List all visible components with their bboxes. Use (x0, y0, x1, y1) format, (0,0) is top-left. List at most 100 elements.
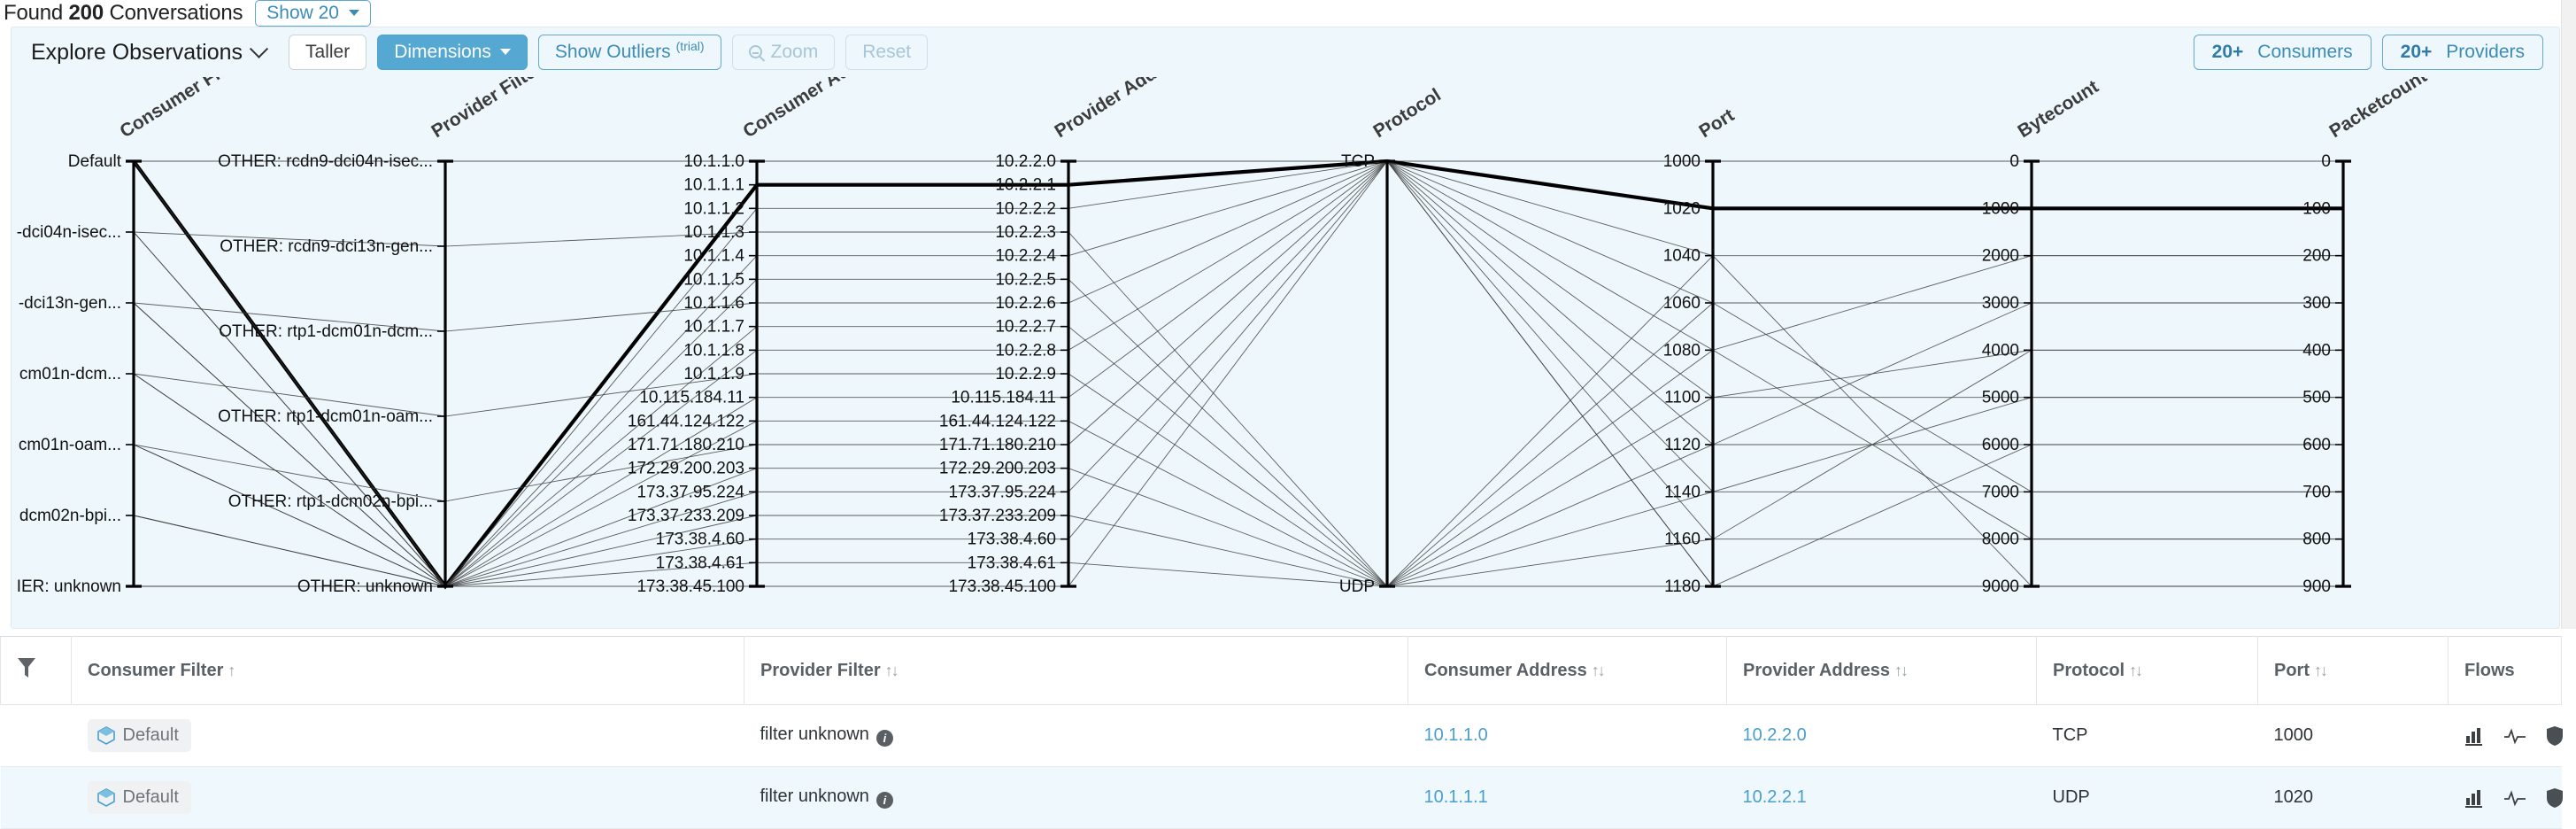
pc-record-line[interactable] (134, 160, 2343, 587)
show-outliers-button[interactable]: Show Outliers (trial) (537, 35, 721, 70)
magnifier-plus-icon (748, 45, 762, 58)
show-count-dropdown[interactable]: Show 20 (255, 0, 371, 27)
consumer-filter-pill[interactable]: Default (87, 719, 191, 752)
dimensions-label: Dimensions (394, 42, 491, 62)
cell-protocol: TCP (2036, 704, 2258, 767)
axis-tick-label: 200 (2302, 247, 2331, 266)
axis-tick-label: cm01n-dcm... (19, 365, 121, 384)
cell-provider-address: 10.2.2.1 (1726, 766, 2037, 829)
column-header-port[interactable]: Port ↑↓ (2257, 636, 2449, 705)
axis-tick-label: 173.38.4.60 (968, 531, 1056, 549)
axis-tick-label: Default (68, 152, 122, 171)
pc-axis-port[interactable]: 1000 1020 1040 1060 1080 1100 1120 1140 1160 1180… (1663, 105, 1739, 596)
axis-tick-label: 173.37.233.209 (939, 507, 1056, 525)
pc-record-line[interactable] (133, 349, 2343, 587)
row-select-cell[interactable] (0, 766, 72, 829)
info-icon[interactable]: i (875, 792, 893, 809)
consumers-count: 20+ (2211, 42, 2244, 62)
zoom-button[interactable]: Zoom (731, 35, 836, 70)
activity-button[interactable] (2503, 726, 2526, 746)
consumers-count-button[interactable]: 20+ Consumers (2193, 35, 2372, 70)
axis-tick-label: 1080 (1663, 341, 1701, 360)
axis-tick-label: 10.2.2.3 (995, 223, 1056, 242)
taller-button[interactable]: Taller (289, 35, 367, 70)
filter-column-header[interactable] (0, 636, 72, 705)
pc-record-line[interactable] (133, 160, 2343, 587)
axis-tick-label: 173.38.4.61 (968, 554, 1056, 572)
axis-tick-label: 173.38.4.60 (656, 531, 744, 549)
column-header-consumer-filter[interactable]: Consumer Filter ↑ (71, 636, 744, 705)
dimensions-button[interactable]: Dimensions (377, 35, 528, 70)
parallel-coordinates-chart[interactable]: Default -dci04n-isec... -dci13n-gen... cm01… (12, 77, 2561, 628)
cell-provider-address: 10.2.2.0 (1726, 704, 2037, 767)
flow-actions (2464, 725, 2564, 747)
table-row[interactable]: Default filter unknown i 10.1.1.1 10.2.2.1 UD… (0, 766, 2564, 829)
pc-record-line[interactable] (132, 159, 2343, 590)
cell-port: 1000 (2257, 704, 2449, 767)
pc-axis-provider-address[interactable]: 10.2.2.0 10.2.2.1 10.2.2.2 10.2.2.3 10.2.2.4… (939, 77, 1193, 596)
consumer-address-link[interactable]: 10.1.1.1 (1424, 787, 1488, 807)
provider-filter-value: filter unknown (760, 724, 869, 744)
bar-chart-icon (2464, 727, 2482, 746)
column-header-provider-address[interactable]: Provider Address ↑↓ (1726, 636, 2037, 705)
sort-icon: ↑↓ (884, 661, 899, 679)
pc-axis-bytecount[interactable]: 0 1000 2000 3000 4000 5000 6000 7000 8000 9000 Byt… (1982, 77, 2102, 596)
axis-tick-label: 5000 (1982, 389, 2019, 407)
pc-record-line[interactable] (133, 160, 2343, 587)
axis-tick-label: 900 (2302, 577, 2331, 596)
axis-tick-label: 1160 (1664, 531, 1701, 549)
page-scrollbar[interactable] (2561, 0, 2576, 629)
column-header-flows: Flows (2448, 636, 2562, 705)
cell-flows (2448, 766, 2564, 829)
table-header-row: Consumer Filter ↑ Provider Filter ↑↓ Consu… (0, 636, 2562, 705)
pc-record-line[interactable] (133, 160, 2343, 587)
axis-tick-label: 161.44.124.122 (939, 412, 1056, 430)
explore-observations-toggle[interactable]: Explore Observations (31, 39, 269, 66)
axis-tick-label: OTHER: unknown (297, 577, 433, 596)
shield-button[interactable] (2546, 787, 2564, 809)
row-select-cell[interactable] (0, 704, 72, 767)
activity-button[interactable] (2503, 788, 2526, 808)
provider-address-link[interactable]: 10.2.2.0 (1743, 725, 1807, 745)
reset-button[interactable]: Reset (845, 35, 929, 70)
axis-tick-label: 300 (2302, 294, 2331, 313)
axis-tick-label: 0 (2321, 152, 2331, 171)
axis-tick-label: 10.2.2.4 (995, 247, 1056, 266)
providers-count-button[interactable]: 20+ Providers (2381, 35, 2543, 70)
shield-button[interactable] (2546, 725, 2564, 747)
provider-address-link[interactable]: 10.2.2.1 (1743, 787, 1807, 807)
chevron-down-icon (249, 39, 269, 58)
axis-tick-label: 10.1.1.2 (683, 199, 744, 218)
axis-tick-label: 171.71.180.210 (939, 436, 1056, 454)
shield-icon (2546, 725, 2563, 746)
axis-tick-label: OTHER: rcdn9-dci04n-isec... (218, 152, 433, 171)
column-header-protocol[interactable]: Protocol ↑↓ (2036, 636, 2258, 705)
funnel-filter-icon (18, 658, 35, 678)
pc-record-line[interactable] (133, 160, 2343, 587)
cell-provider-filter: filter unknown i (744, 704, 1408, 767)
pc-record-line[interactable] (133, 160, 2343, 587)
bar-chart-button[interactable] (2464, 788, 2484, 808)
axis-tick-label: 173.37.233.209 (628, 507, 744, 525)
axis-tick-label: 10.1.1.7 (683, 318, 744, 337)
axis-tick-label: 173.37.95.224 (636, 483, 744, 501)
column-header-consumer-address[interactable]: Consumer Address ↑↓ (1408, 636, 1727, 705)
pc-axis-packetcount[interactable]: 0 100 200 300 400 500 600 700 800 900 Packetcount (2302, 77, 2430, 596)
axis-tick-label: 6000 (1982, 436, 2019, 454)
bar-chart-icon (2464, 789, 2482, 808)
info-icon[interactable]: i (875, 730, 893, 747)
table-row[interactable]: Default filter unknown i 10.1.1.0 10.2.2.0 TC… (0, 704, 2564, 767)
header-label: Provider Address (1743, 660, 1890, 680)
bar-chart-button[interactable] (2464, 726, 2484, 746)
pc-axis-consumer-address[interactable]: 10.1.1.0 10.1.1.1 10.1.1.2 10.1.1.3 10.1.1.4… (628, 77, 895, 596)
consumer-filter-pill[interactable]: Default (87, 781, 191, 814)
header-label: Consumer Address (1424, 660, 1587, 680)
pc-axis-consumer-filter[interactable]: Default -dci04n-isec... -dci13n-gen... cm01… (17, 77, 249, 596)
pc-record-line[interactable] (133, 160, 2343, 587)
consumer-address-link[interactable]: 10.1.1.0 (1424, 725, 1488, 745)
axis-tick-label: OTHER: rtp1-dcm01n-dcm... (219, 322, 433, 341)
axis-tick-label: 10.1.1.9 (683, 365, 744, 384)
column-header-provider-filter[interactable]: Provider Filter ↑↓ (744, 636, 1408, 705)
sort-icon: ↑ (228, 661, 235, 679)
sort-icon: ↑↓ (2129, 661, 2143, 679)
